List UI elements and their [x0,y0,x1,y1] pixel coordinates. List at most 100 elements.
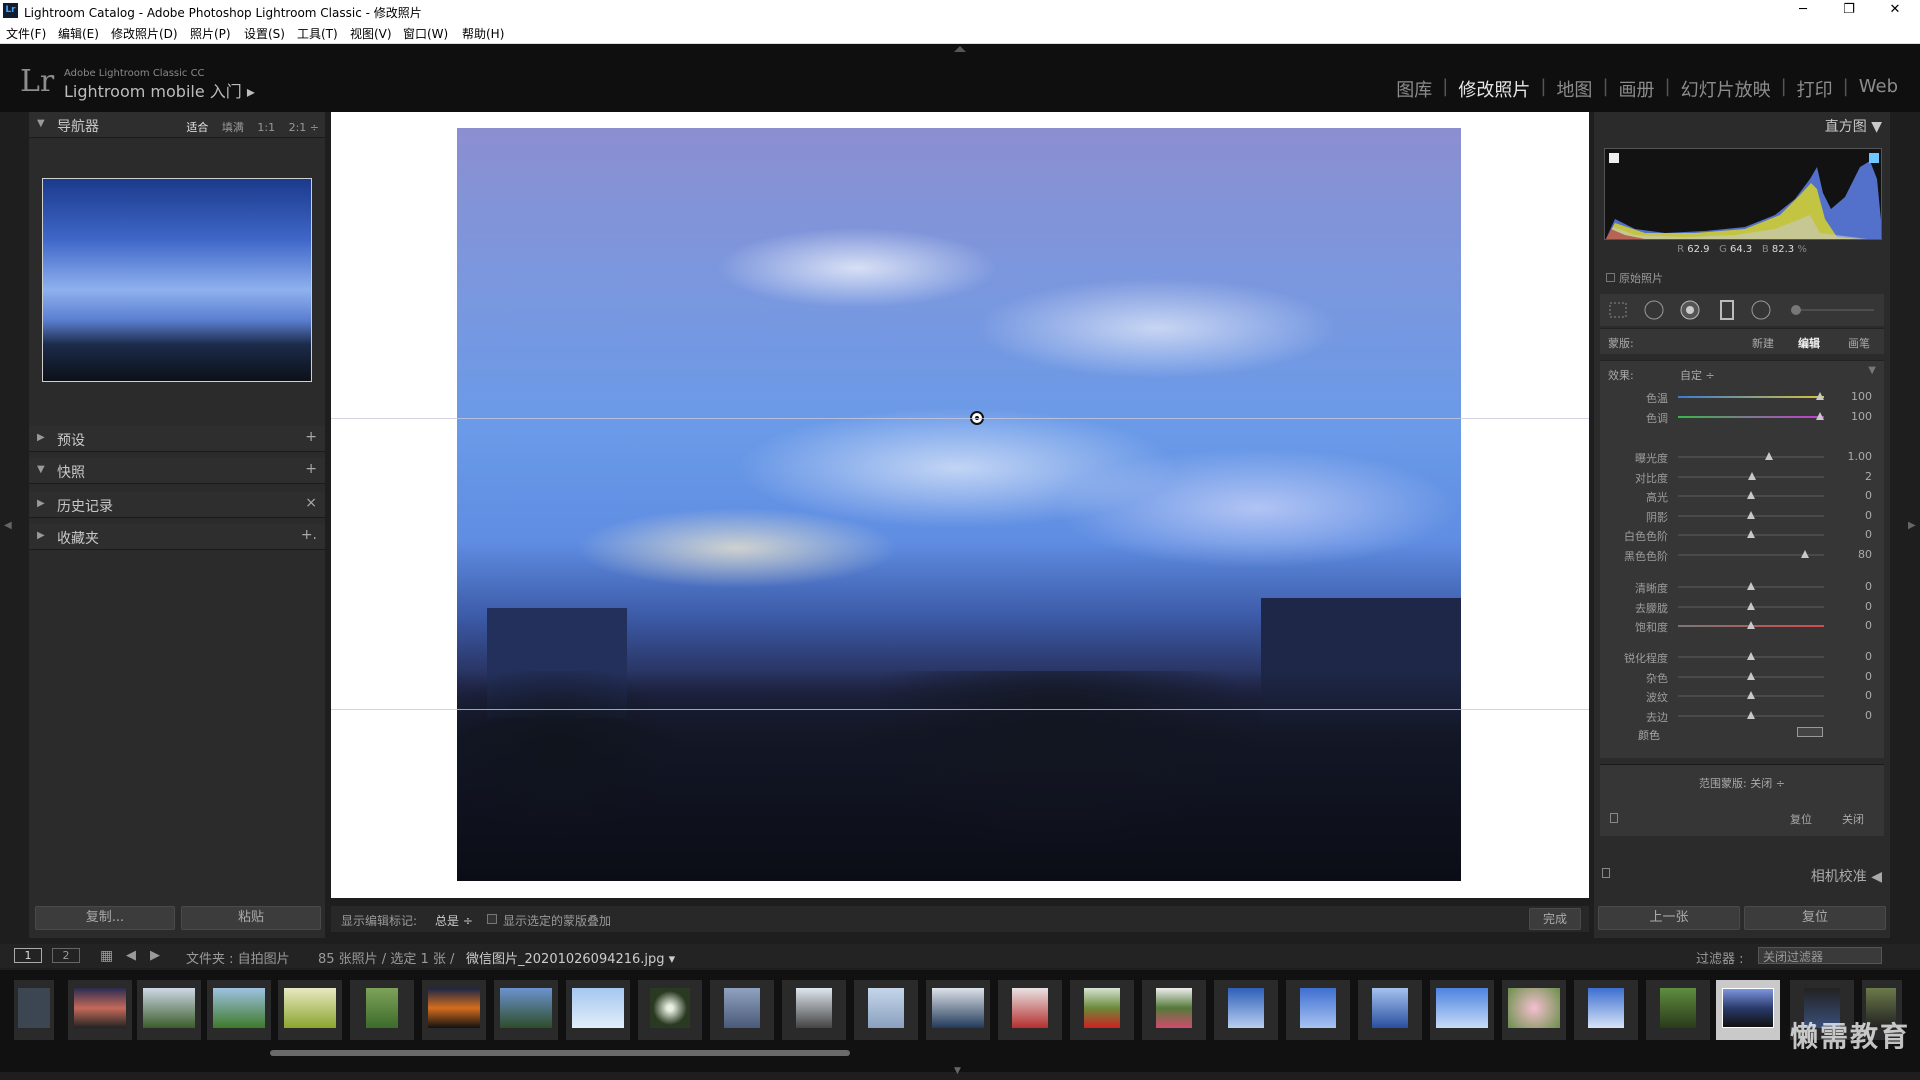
filmstrip-thumb[interactable] [1430,980,1494,1040]
filmstrip-thumb[interactable] [926,980,990,1040]
filmstrip-thumb[interactable] [137,980,201,1040]
slider-thumb[interactable] [1747,530,1755,538]
slider-track[interactable] [1678,456,1824,458]
filmstrip-thumb[interactable] [1574,980,1638,1040]
snapshots-header[interactable]: ▼ 快照 + [29,458,325,484]
slider-thumb[interactable] [1764,452,1773,460]
menu-photo[interactable]: 照片(P) [190,25,231,42]
filmstrip-thumb[interactable] [1286,980,1350,1040]
slider-value[interactable]: 0 [1865,580,1872,593]
zoom-2to1[interactable]: 2:1 ÷ [289,121,319,134]
slider-value[interactable]: 0 [1865,509,1872,522]
filmstrip-thumb[interactable] [566,980,630,1040]
filmstrip-scrollbar[interactable] [270,1050,850,1056]
menu-help[interactable]: 帮助(H) [462,25,504,42]
module-web[interactable]: Web [1849,76,1908,102]
slider-thumb[interactable] [1747,510,1755,519]
slider-value[interactable]: 2 [1865,470,1872,483]
slider-value[interactable]: 0 [1865,600,1872,613]
window-1-button[interactable]: 1 [14,948,42,963]
slider-thumb[interactable] [1801,549,1810,558]
gradient-guide-top[interactable] [331,418,1589,419]
slider-thumb[interactable] [1747,491,1755,499]
right-panel-toggle-icon[interactable]: ▶ [1908,520,1916,531]
slider-value[interactable]: 0 [1865,670,1872,683]
grid-view-icon[interactable]: ▦ [100,948,113,964]
mask-edit-button[interactable]: 编辑 [1798,335,1820,351]
slider-row[interactable]: 色调 100 [1600,409,1884,425]
filmstrip-thumb[interactable] [422,980,486,1040]
camera-calibration-header[interactable]: 相机校准 ◀ [1594,862,1890,888]
zoom-fit[interactable]: 适合 [186,121,208,134]
module-book[interactable]: 画册 [1609,76,1665,102]
mask-new-button[interactable]: 新建 [1752,335,1774,351]
image-canvas[interactable] [331,112,1589,898]
filmstrip-thumb[interactable] [1142,980,1206,1040]
effect-collapse-icon[interactable]: ▼ [1868,365,1876,376]
color-swatch[interactable] [1797,727,1823,737]
slider-thumb[interactable] [1815,411,1824,420]
slider-row[interactable]: 色温 100 [1600,389,1884,405]
slider-row[interactable]: 清晰度 0 [1600,579,1884,595]
identity-line2[interactable]: Lightroom mobile 入门 ▸ [64,78,255,102]
menu-settings[interactable]: 设置(S) [244,25,285,42]
filmstrip-thumb[interactable] [1214,980,1278,1040]
left-panel-toggle-icon[interactable]: ◀ [4,520,12,531]
slider-value[interactable]: 0 [1865,709,1872,722]
collapse-top-arrow-icon[interactable] [954,46,966,52]
filmstrip-thumb[interactable] [14,980,54,1040]
menu-develop[interactable]: 修改照片(D) [111,25,178,42]
zoom-1to1[interactable]: 1:1 [257,121,275,134]
mask-brush-button[interactable]: 画笔 [1848,335,1870,351]
slider-value[interactable]: 0 [1865,689,1872,702]
add-preset-icon[interactable]: + [305,429,317,445]
filmstrip-thumb[interactable] [278,980,342,1040]
window-2-button[interactable]: 2 [52,948,80,963]
slider-row[interactable]: 对比度 2 [1600,469,1884,485]
navigator-preview[interactable] [42,178,312,382]
effect-select[interactable]: 自定 ÷ [1680,367,1715,383]
show-pins-select[interactable]: 总是 ÷ [435,912,473,929]
filter-select[interactable]: 关闭过滤器 [1758,947,1882,964]
slider-value[interactable]: 0 [1865,619,1872,632]
slider-value[interactable]: 0 [1865,528,1872,541]
slider-row[interactable]: 饱和度 0 [1600,618,1884,634]
original-photo-toggle[interactable]: 原始照片 [1606,270,1663,286]
slider-row[interactable]: 黑色色阶 80 [1600,547,1884,563]
filmstrip-source[interactable]: 文件夹 : 自拍图片 [186,948,290,967]
slider-value[interactable]: 100 [1851,390,1872,403]
module-slideshow[interactable]: 幻灯片放映 [1671,76,1781,102]
menu-view[interactable]: 视图(V) [350,25,392,42]
range-mask-select[interactable]: 范围蒙版: 关闭 ÷ [1600,775,1884,791]
filmstrip-filename[interactable]: 微信图片_20201026094216.jpg ▾ [466,948,675,967]
presets-header[interactable]: ▶ 预设 + [29,426,325,452]
slider-row[interactable]: 波纹 0 [1600,688,1884,704]
menu-tools[interactable]: 工具(T) [297,25,338,42]
copy-settings-button[interactable]: 复制... [35,906,175,930]
close-window-button[interactable]: ✕ [1872,0,1918,22]
histogram-header[interactable]: 直方图 ▼ [1594,112,1890,138]
module-map[interactable]: 地图 [1546,76,1602,102]
slider-thumb[interactable] [1815,392,1824,400]
filmstrip-thumb[interactable] [638,980,702,1040]
slider-thumb[interactable] [1747,582,1755,590]
slider-thumb[interactable] [1747,691,1755,699]
mask-toggle-switch[interactable] [1610,813,1618,823]
zoom-fill[interactable]: 填满 [222,121,244,134]
slider-row[interactable]: 阴影 0 [1600,508,1884,524]
slider-value[interactable]: 80 [1858,548,1872,561]
history-header[interactable]: ▶ 历史记录 × [29,492,325,518]
minimize-button[interactable]: ─ [1780,0,1826,22]
slider-track[interactable] [1678,415,1824,418]
filmstrip-thumb[interactable] [1070,980,1134,1040]
filmstrip-thumb[interactable] [1646,980,1710,1040]
back-arrow-icon[interactable]: ◀ [126,948,136,963]
histogram[interactable] [1604,148,1882,240]
slider-row[interactable]: 锐化程度 0 [1600,649,1884,665]
slider-value[interactable]: 100 [1851,410,1872,423]
filmstrip-thumb[interactable] [998,980,1062,1040]
filmstrip-thumb[interactable] [494,980,558,1040]
slider-row[interactable]: 曝光度 1.00 [1600,449,1884,465]
slider-thumb[interactable] [1747,601,1755,610]
filmstrip-thumb[interactable] [854,980,918,1040]
